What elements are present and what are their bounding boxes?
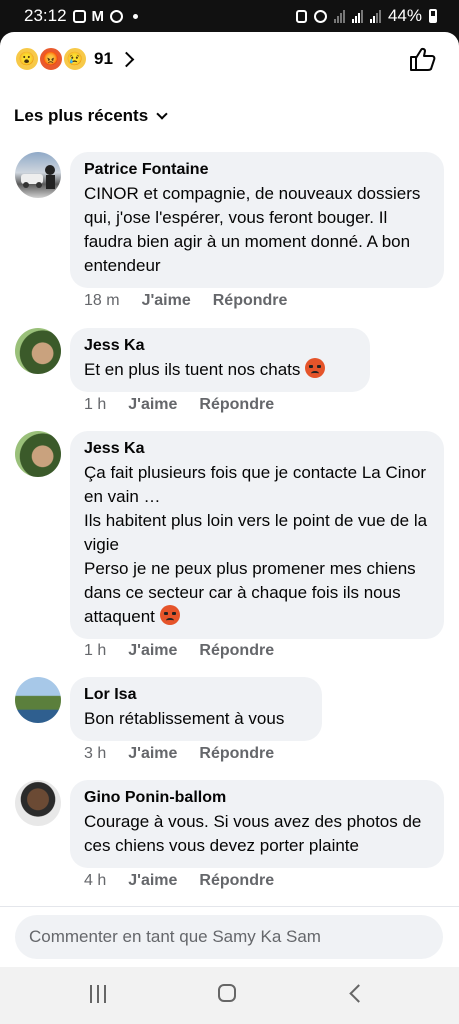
comment-text-line: Ils habitent plus loin vers le point de … [84, 511, 428, 554]
signal-4g-icon [351, 9, 363, 23]
like-link[interactable]: J'aime [142, 292, 191, 310]
comment-text-line: Ça fait plusieurs fois que je contacte L… [84, 463, 427, 506]
battery-icon [429, 9, 437, 23]
recent-apps-icon[interactable] [90, 985, 106, 1003]
comment-input[interactable]: Commenter en tant que Samy Ka Sam [15, 915, 443, 959]
status-bar: 23:12 M 44% [0, 0, 459, 32]
comment-actions: 18 m J'aime Répondre [84, 292, 287, 310]
sort-dropdown[interactable]: Les plus récents [14, 106, 168, 126]
sort-label: Les plus récents [14, 106, 149, 125]
like-link[interactable]: J'aime [128, 872, 177, 890]
reply-link[interactable]: Répondre [213, 292, 288, 310]
angry-face-icon [305, 358, 326, 378]
comment-actions: 1 h J'aime Répondre [84, 642, 274, 660]
comments-sheet: 😮 😡 😢 91 Les plus récents Patrice Fontai… [0, 32, 459, 967]
comment-actions: 4 h J'aime Répondre [84, 872, 274, 890]
divider [0, 906, 459, 907]
comment-time: 4 h [84, 872, 107, 889]
avatar[interactable] [15, 780, 61, 826]
sad-emoji-icon: 😢 [62, 46, 88, 72]
back-icon[interactable] [349, 984, 368, 1003]
comment-bubble[interactable]: Lor Isa Bon rétablissement à vous [70, 677, 322, 741]
comment-text: Courage à vous. Si vous avez des photos … [84, 812, 422, 855]
battery-saver-icon [295, 9, 307, 23]
comment-bubble[interactable]: Jess Ka Et en plus ils tuent nos chats [70, 328, 370, 392]
wow-emoji-icon: 😮 [14, 46, 40, 72]
comment-time: 1 h [84, 396, 107, 413]
comment-time: 18 m [84, 292, 120, 309]
chevron-down-icon [156, 108, 168, 120]
gmail-icon: M [91, 7, 105, 25]
reply-link[interactable]: Répondre [199, 396, 274, 414]
comment-bubble[interactable]: Jess Ka Ça fait plusieurs fois que je co… [70, 431, 444, 639]
comment-text: Et en plus ils tuent nos chats [84, 360, 301, 379]
comment-author[interactable]: Jess Ka [84, 439, 430, 459]
comment-time: 3 h [84, 745, 107, 762]
more-notifications-dot [133, 13, 139, 19]
comment-author[interactable]: Gino Ponin-ballom [84, 788, 430, 808]
comment-time: 1 h [84, 642, 107, 659]
like-link[interactable]: J'aime [128, 642, 177, 660]
reply-link[interactable]: Répondre [199, 642, 274, 660]
like-link[interactable]: J'aime [128, 396, 177, 414]
comment-actions: 1 h J'aime Répondre [84, 396, 274, 414]
clock: 23:12 [24, 6, 67, 25]
comment-text: CINOR et compagnie, de nouveaux dossiers… [84, 184, 421, 275]
comment-input-placeholder: Commenter en tant que Samy Ka Sam [29, 927, 321, 946]
signal-2-icon [369, 9, 381, 23]
avatar[interactable] [15, 152, 61, 198]
battery-percent: 44% [387, 6, 422, 25]
comment-text: Bon rétablissement à vous [84, 709, 285, 728]
reply-link[interactable]: Répondre [199, 872, 274, 890]
signal-icon [333, 9, 345, 23]
notification-icon [72, 9, 86, 23]
comment-author[interactable]: Jess Ka [84, 336, 356, 356]
avatar[interactable] [15, 328, 61, 374]
whatsapp-icon [110, 9, 124, 23]
comment-author[interactable]: Lor Isa [84, 685, 308, 705]
reaction-count: 91 [94, 49, 113, 68]
reply-link[interactable]: Répondre [199, 745, 274, 763]
like-thumb-icon[interactable] [409, 46, 437, 72]
comment-bubble[interactable]: Gino Ponin-ballom Courage à vous. Si vou… [70, 780, 444, 868]
comment-text-line: Perso je ne peux plus promener mes chien… [84, 559, 416, 626]
avatar[interactable] [15, 677, 61, 723]
comment-author[interactable]: Patrice Fontaine [84, 160, 430, 180]
alarm-icon [313, 9, 327, 23]
angry-emoji-icon: 😡 [38, 46, 64, 72]
angry-face-icon [159, 605, 180, 625]
system-navigation-bar [0, 967, 459, 1024]
comment-text-line: Et en plus ils tuent nos chats [84, 358, 356, 382]
like-link[interactable]: J'aime [128, 745, 177, 763]
comment-actions: 3 h J'aime Répondre [84, 745, 274, 763]
chevron-right-icon [118, 51, 135, 67]
avatar[interactable] [15, 431, 61, 477]
comment-text-line-with-emoji: Perso je ne peux plus promener mes chien… [84, 557, 430, 629]
reactions-summary[interactable]: 😮 😡 😢 91 [14, 46, 135, 72]
home-icon[interactable] [218, 984, 236, 1002]
comment-bubble[interactable]: Patrice Fontaine CINOR et compagnie, de … [70, 152, 444, 288]
